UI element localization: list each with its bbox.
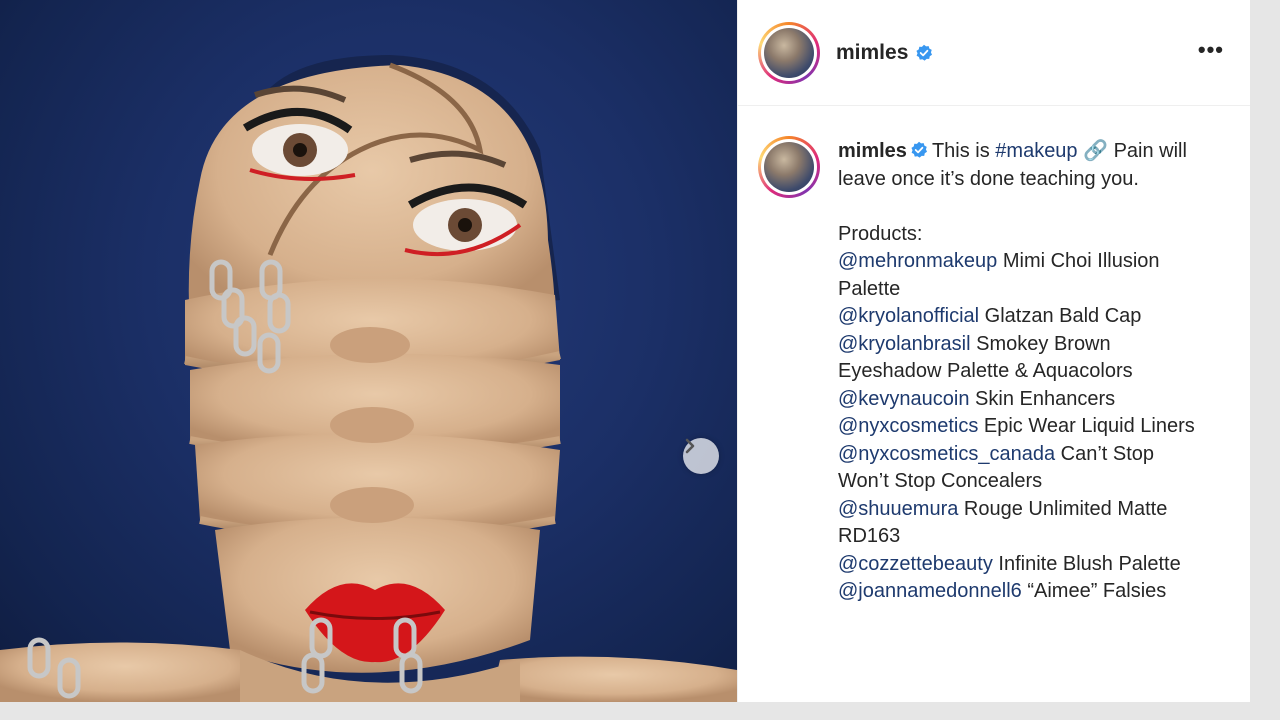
product-entry: @kevynaucoin Skin Enhancers [838,386,1208,414]
product-mention-link[interactable]: @shuuemura [838,498,958,520]
makeup-illusion-photo [0,55,737,702]
post-media[interactable] [0,0,737,702]
product-mention-link[interactable]: @nyxcosmetics [838,415,978,437]
header-username-text[interactable]: mimles [836,41,908,65]
scroll-fade [738,662,1250,682]
hashtag-link[interactable]: #makeup [995,140,1077,162]
product-mention-link[interactable]: @kryolanofficial [838,305,979,327]
product-mention-link[interactable]: @cozzettebeauty [838,553,993,575]
product-entry: @joannamedonnell6 “Aimee” Falsies [838,578,1208,606]
post-header: mimles ••• [738,0,1250,106]
product-mention-link[interactable]: @kryolanbrasil [838,333,971,355]
product-entry: @kryolanbrasil Smokey Brown Eyeshadow Pa… [838,331,1208,386]
product-entry: @cozzettebeauty Infinite Blush Palette [838,551,1208,579]
product-name: “Aimee” Falsies [1021,580,1167,602]
product-entry: @nyxcosmetics Epic Wear Liquid Liners [838,413,1208,441]
product-entry: @kryolanofficial Glatzan Bald Cap [838,303,1208,331]
caption: mimles This is #makeup 🔗 Pain will leave … [758,136,1230,606]
products-list: @mehronmakeup Mimi Choi Illusion Palette… [838,248,1208,606]
avatar[interactable] [758,21,820,84]
product-entry: @nyxcosmetics_canada Can’t Stop Won’t St… [838,441,1208,496]
caption-avatar[interactable] [758,136,820,198]
products-label: Products: [838,222,923,245]
profile-picture [764,27,814,78]
caption-text: mimles This is #makeup 🔗 Pain will leave … [838,138,1208,606]
product-mention-link[interactable]: @nyxcosmetics_canada [838,443,1055,465]
product-name: Skin Enhancers [969,387,1116,410]
verified-badge-icon [916,44,933,61]
verified-badge-icon [911,141,927,158]
chevron-right-icon [685,438,695,454]
product-mention-link[interactable]: @joannamedonnell6 [838,580,1022,602]
product-entry: @mehronmakeup Mimi Choi Illusion Palette [838,248,1208,303]
product-mention-link[interactable]: @mehronmakeup [838,250,997,272]
caption-text-before: This is [931,140,996,162]
link-emoji-icon: 🔗 [1083,140,1109,162]
product-mention-link[interactable]: @kevynaucoin [838,388,969,410]
post-frame: mimles ••• mimles This is #makeup 🔗 Pain … [0,0,1250,702]
product-name: Glatzan Bald Cap [979,305,1142,327]
post-side-panel: mimles ••• mimles This is #makeup 🔗 Pain … [737,0,1250,702]
next-slide-button[interactable] [683,438,719,474]
comments-area[interactable]: mimles This is #makeup 🔗 Pain will leave … [738,106,1250,682]
more-options-icon[interactable]: ••• [1198,39,1224,61]
product-name: Epic Wear Liquid Liners [978,415,1195,437]
caption-profile-picture [764,142,814,192]
product-name: Infinite Blush Palette [992,552,1181,575]
caption-username[interactable]: mimles [838,140,907,162]
product-entry: @shuuemura Rouge Unlimited Matte RD163 [838,496,1208,551]
header-username[interactable]: mimles [836,41,933,65]
